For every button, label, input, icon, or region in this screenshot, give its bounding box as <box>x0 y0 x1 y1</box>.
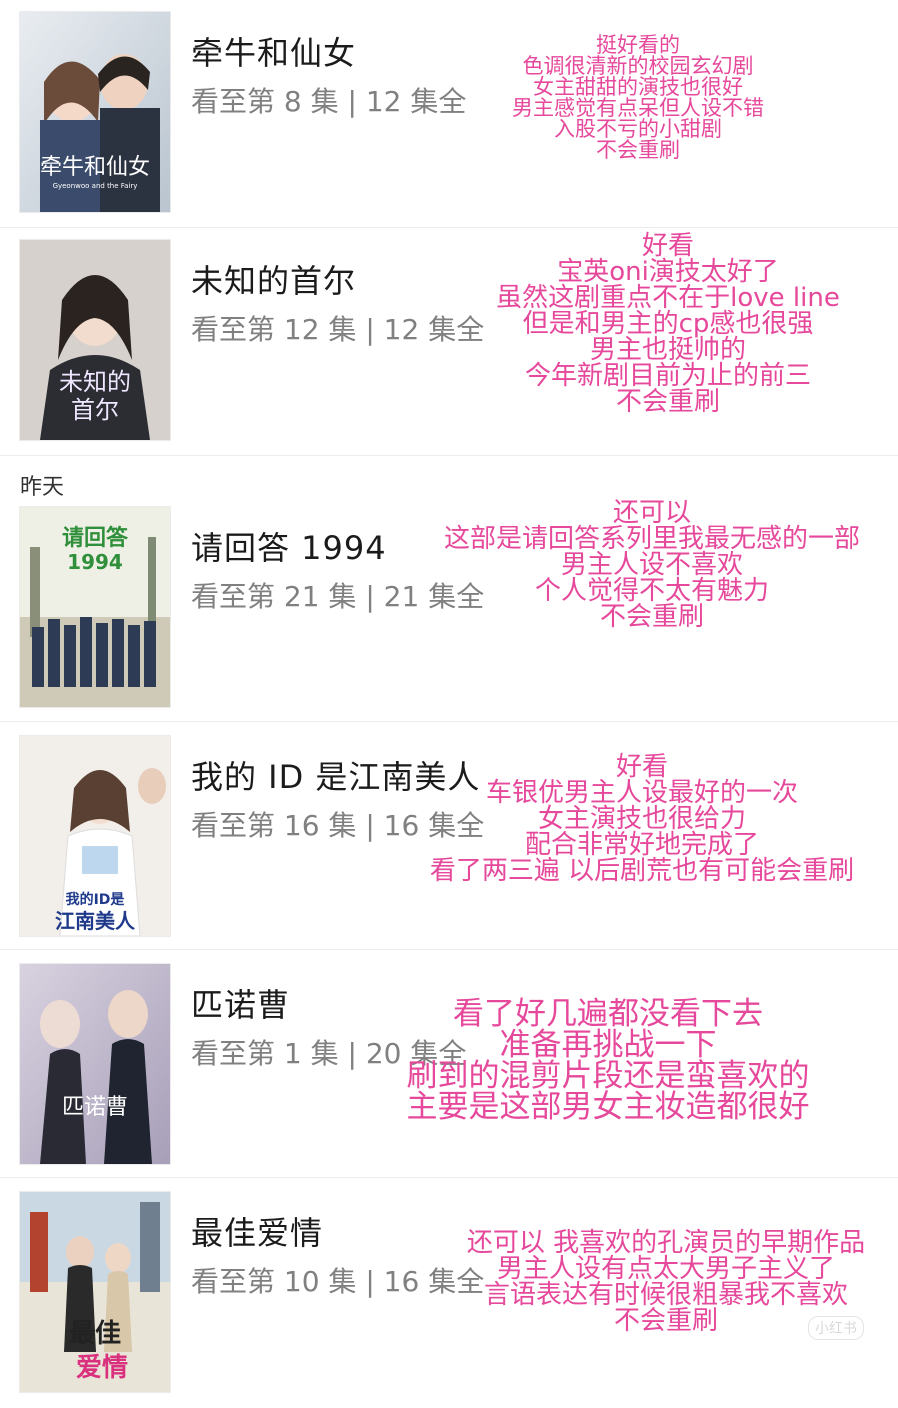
divider <box>0 1177 898 1178</box>
poster-title: 未知的 <box>59 368 131 396</box>
drama-title[interactable]: 匹诺曹 <box>191 980 290 1026</box>
review-note: 看了好几遍都没看下去 准备再挑战一下 刷到的混剪片段还是蛮喜欢的 主要是这部男女… <box>406 996 810 1125</box>
poster-image: 匹诺曹 <box>20 964 170 1164</box>
list-item[interactable]: 我的ID是 江南美人 我的 ID 是江南美人 看至第 16 集 | 16 集全 … <box>0 724 898 952</box>
poster-subtitle: 1994 <box>67 550 123 574</box>
drama-title[interactable]: 未知的首尔 <box>191 256 356 302</box>
drama-title[interactable]: 牵牛和仙女 <box>191 28 356 74</box>
poster-image: 请回答 1994 <box>20 507 170 707</box>
watch-progress: 看至第 8 集 | 12 集全 <box>191 85 467 118</box>
poster-title: 首尔 <box>71 396 119 424</box>
list-item[interactable]: 最佳 爱情 最佳爱情 看至第 10 集 | 16 集全 还可以 我喜欢的孔演员的… <box>0 1180 898 1408</box>
poster-title: 江南美人 <box>55 909 136 933</box>
list-item[interactable]: 匹诺曹 匹诺曹 看至第 1 集 | 20 集全 看了好几遍都没看下去 准备再挑战… <box>0 952 898 1180</box>
drama-title[interactable]: 请回答 1994 <box>191 523 387 569</box>
list-item[interactable]: 未知的 首尔 未知的首尔 看至第 12 集 | 12 集全 好看 宝英oni演技… <box>0 228 898 456</box>
watermark: 小红书 <box>808 1316 864 1340</box>
review-note: 挺好看的 色调很清新的校园玄幻剧 女主甜甜的演技也很好 男主感觉有点呆但人设不错… <box>512 33 764 162</box>
review-note: 好看 宝英oni演技太好了 虽然这剧重点不在于love line 但是和男主的c… <box>496 231 840 417</box>
poster-image: 我的ID是 江南美人 <box>20 736 170 936</box>
watch-progress: 看至第 12 集 | 12 集全 <box>191 313 485 346</box>
drama-title[interactable]: 最佳爱情 <box>191 1208 323 1254</box>
poster-title: 请回答 <box>62 525 129 551</box>
review-note: 好看 车银优男主人设最好的一次 女主演技也很给力 配合非常好地完成了 看了两三遍… <box>429 752 855 886</box>
poster-subtitle: Gyeonwoo and the Fairy <box>53 182 138 190</box>
poster-title: 匹诺曹 <box>62 1095 128 1120</box>
divider <box>0 721 898 722</box>
poster-title: 最佳 <box>69 1319 121 1349</box>
list-item[interactable]: 请回答 1994 请回答 1994 看至第 21 集 | 21 集全 还可以 这… <box>0 495 898 723</box>
poster-image: 未知的 首尔 <box>20 240 170 440</box>
review-note: 还可以 这部是请回答系列里我最无感的一部 男主人设不喜欢 个人觉得不太有魅力 不… <box>443 498 860 632</box>
divider <box>0 949 898 950</box>
list-item[interactable]: 牵牛和仙女 Gyeonwoo and the Fairy 牵牛和仙女 看至第 8… <box>0 0 898 228</box>
poster-image: 牵牛和仙女 Gyeonwoo and the Fairy <box>20 12 170 212</box>
poster-title: 爱情 <box>76 1353 128 1383</box>
divider <box>0 455 898 456</box>
poster-title: 我的ID是 <box>66 891 126 908</box>
poster-title: 牵牛和仙女 <box>40 155 150 180</box>
poster-image: 最佳 爱情 <box>20 1192 170 1392</box>
